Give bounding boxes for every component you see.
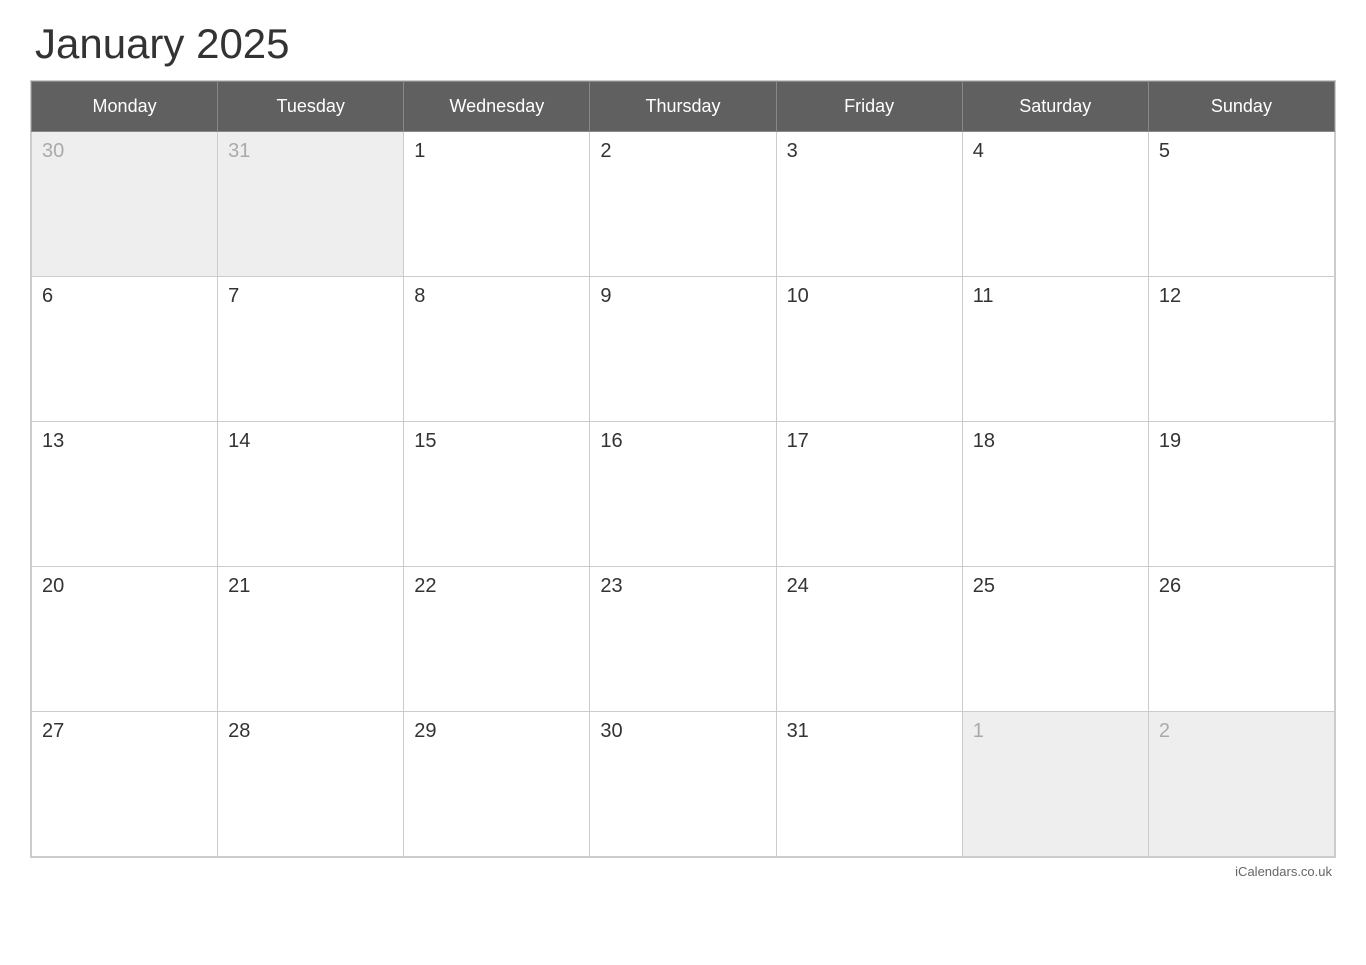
- calendar-day-cell: 12: [1148, 277, 1334, 422]
- calendar-day-cell: 11: [962, 277, 1148, 422]
- calendar-day-cell: 29: [404, 712, 590, 857]
- weekday-header-cell: Wednesday: [404, 82, 590, 132]
- calendar-day-cell: 5: [1148, 132, 1334, 277]
- calendar-day-cell: 21: [218, 567, 404, 712]
- calendar-day-cell: 23: [590, 567, 776, 712]
- calendar-day-cell: 25: [962, 567, 1148, 712]
- calendar-day-cell: 18: [962, 422, 1148, 567]
- calendar-day-cell: 16: [590, 422, 776, 567]
- calendar-day-cell: 31: [218, 132, 404, 277]
- calendar-day-cell: 4: [962, 132, 1148, 277]
- calendar: MondayTuesdayWednesdayThursdayFridaySatu…: [30, 80, 1336, 858]
- calendar-day-cell: 15: [404, 422, 590, 567]
- calendar-day-cell: 24: [776, 567, 962, 712]
- calendar-day-cell: 1: [962, 712, 1148, 857]
- calendar-day-cell: 6: [32, 277, 218, 422]
- calendar-day-cell: 17: [776, 422, 962, 567]
- calendar-body: 3031123456789101112131415161718192021222…: [32, 132, 1335, 857]
- calendar-day-cell: 20: [32, 567, 218, 712]
- calendar-day-cell: 19: [1148, 422, 1334, 567]
- calendar-day-cell: 31: [776, 712, 962, 857]
- calendar-week-row: 13141516171819: [32, 422, 1335, 567]
- calendar-day-cell: 26: [1148, 567, 1334, 712]
- weekday-header-cell: Tuesday: [218, 82, 404, 132]
- calendar-day-cell: 2: [1148, 712, 1334, 857]
- calendar-day-cell: 10: [776, 277, 962, 422]
- weekday-header-cell: Friday: [776, 82, 962, 132]
- weekday-header-cell: Sunday: [1148, 82, 1334, 132]
- calendar-day-cell: 8: [404, 277, 590, 422]
- calendar-day-cell: 30: [32, 132, 218, 277]
- calendar-day-cell: 1: [404, 132, 590, 277]
- calendar-day-cell: 13: [32, 422, 218, 567]
- calendar-week-row: 20212223242526: [32, 567, 1335, 712]
- calendar-day-cell: 3: [776, 132, 962, 277]
- calendar-day-cell: 7: [218, 277, 404, 422]
- calendar-day-cell: 9: [590, 277, 776, 422]
- calendar-week-row: 272829303112: [32, 712, 1335, 857]
- calendar-day-cell: 28: [218, 712, 404, 857]
- calendar-day-cell: 14: [218, 422, 404, 567]
- calendar-day-cell: 2: [590, 132, 776, 277]
- page-title: January 2025: [30, 20, 1336, 68]
- weekday-header-cell: Thursday: [590, 82, 776, 132]
- weekday-header-cell: Monday: [32, 82, 218, 132]
- calendar-day-cell: 22: [404, 567, 590, 712]
- weekday-header-cell: Saturday: [962, 82, 1148, 132]
- weekday-header-row: MondayTuesdayWednesdayThursdayFridaySatu…: [32, 82, 1335, 132]
- calendar-day-cell: 30: [590, 712, 776, 857]
- calendar-week-row: 303112345: [32, 132, 1335, 277]
- footer-credit: iCalendars.co.uk: [30, 864, 1336, 879]
- calendar-day-cell: 27: [32, 712, 218, 857]
- calendar-week-row: 6789101112: [32, 277, 1335, 422]
